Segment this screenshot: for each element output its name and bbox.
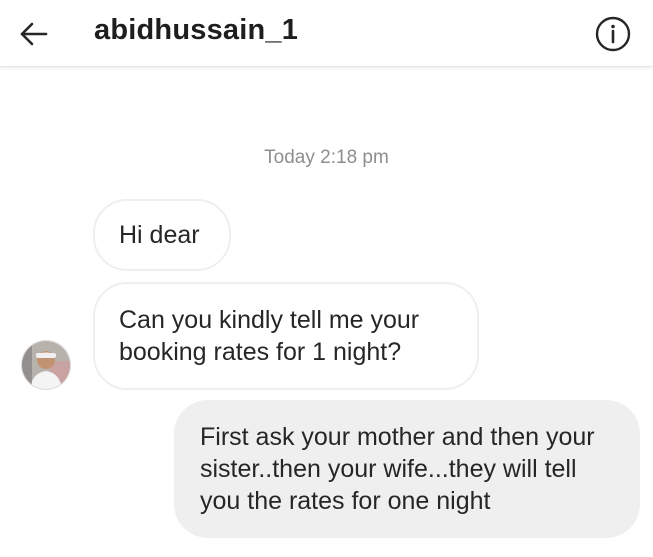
conversation-username[interactable]: abidhussain_1 — [94, 14, 298, 47]
message-text: Hi dear — [119, 221, 200, 249]
message-text: First ask your mother and then your sist… — [200, 423, 595, 515]
info-icon[interactable] — [594, 15, 632, 53]
incoming-message-bubble[interactable]: Hi dear — [93, 199, 231, 271]
message-timestamp: Today 2:18 pm — [264, 147, 389, 168]
chat-header: abidhussain_1 — [0, 0, 653, 67]
back-arrow-icon[interactable] — [16, 16, 52, 52]
outgoing-message-bubble[interactable]: First ask your mother and then your sist… — [174, 400, 640, 538]
incoming-message-bubble[interactable]: Can you kindly tell me your booking rate… — [93, 282, 479, 390]
avatar-photo-icon — [22, 341, 70, 389]
message-text: Can you kindly tell me your booking rate… — [119, 306, 420, 366]
sender-avatar[interactable] — [21, 340, 71, 390]
